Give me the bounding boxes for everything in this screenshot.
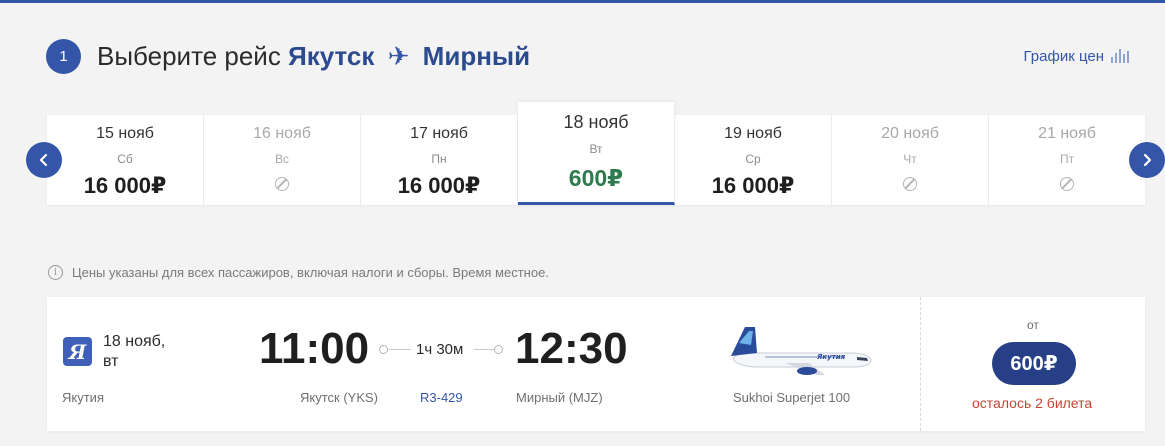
seats-left-label: осталось 2 билета <box>972 395 1093 411</box>
flight-date: 18 нояб, вт <box>103 332 165 372</box>
select-flight-price-button[interactable]: 600₽ <box>992 342 1076 385</box>
date-option-price: 16 000₽ <box>83 173 167 198</box>
flight-number-link[interactable]: R3-429 <box>420 390 463 405</box>
no-flights-icon <box>903 177 917 191</box>
airline-logo: Я <box>63 337 92 366</box>
arrival-airport: Мирный (MJZ) <box>516 390 603 405</box>
no-flights-icon <box>275 177 289 191</box>
step-number-badge: 1 <box>46 39 81 74</box>
flight-date-day: 18 нояб, <box>103 333 166 350</box>
title-prefix: Выберите рейс <box>97 41 281 71</box>
date-option[interactable]: 18 нояб Вт 600₽ <box>518 102 675 205</box>
svg-text:Якутия: Якутия <box>816 353 846 361</box>
info-icon: i <box>48 265 63 280</box>
date-option[interactable]: 20 нояб Чт <box>832 115 989 205</box>
date-option[interactable]: 17 нояб Пн 16 000₽ <box>361 115 518 205</box>
airplane-icon: ✈ <box>387 41 410 71</box>
bar-chart-icon <box>1111 49 1129 63</box>
page-title: Выберите рейс Якутск ✈ Мирный <box>97 41 530 71</box>
date-option-price: 16 000₽ <box>397 173 481 198</box>
top-accent-bar <box>0 0 1165 3</box>
card-divider <box>920 297 921 431</box>
price-from-label: от <box>1027 318 1039 332</box>
date-option[interactable]: 19 нояб Ср 16 000₽ <box>675 115 832 205</box>
date-option-date: 18 нояб <box>563 112 629 132</box>
date-option-date: 15 нояб <box>96 125 154 142</box>
flight-date-weekday: вт <box>103 353 119 370</box>
airline-name: Якутия <box>62 390 104 405</box>
departure-time: 11:00 <box>259 324 370 373</box>
aircraft-model: Sukhoi Superjet 100 <box>733 390 851 405</box>
price-chart-link[interactable]: График цен <box>1024 46 1129 66</box>
date-option-weekday: Чт <box>903 152 917 166</box>
info-text: Цены указаны для всех пассажиров, включа… <box>72 265 549 280</box>
next-dates-button[interactable] <box>1129 142 1165 178</box>
destination-city: Мирный <box>422 41 531 71</box>
date-option-weekday: Пн <box>431 152 447 166</box>
date-option-weekday: Сб <box>117 152 133 166</box>
arrival-time: 12:30 <box>515 324 628 373</box>
departure-airport: Якутск (YKS) <box>300 390 378 405</box>
date-option-date: 16 нояб <box>253 125 311 142</box>
date-option-date: 17 нояб <box>410 125 468 142</box>
date-option-date: 19 нояб <box>724 125 782 142</box>
date-option-weekday: Ср <box>745 152 761 166</box>
date-option-date: 21 нояб <box>1038 125 1096 142</box>
date-option[interactable]: 21 нояб Пт <box>989 115 1145 205</box>
price-chart-label: График цен <box>1023 47 1104 65</box>
date-option-price: 600₽ <box>568 165 624 191</box>
date-option[interactable]: 16 нояб Вс <box>204 115 361 205</box>
date-option-weekday: Вт <box>589 142 603 156</box>
date-option-weekday: Пт <box>1059 152 1075 166</box>
flight-card[interactable]: Я 18 нояб, вт Якутия 11:00 1ч 30м 12:30 … <box>47 297 1145 431</box>
date-option[interactable]: 15 нояб Сб 16 000₽ <box>47 115 204 205</box>
date-carousel: 15 нояб Сб 16 000₽ 16 нояб Вс 17 нояб Пн 16 000… <box>47 102 1145 205</box>
flight-duration: 1ч 30м <box>414 341 466 358</box>
origin-city: Якутск <box>288 41 375 71</box>
aircraft-image: Якутия <box>731 327 872 375</box>
date-option-date: 20 нояб <box>881 125 939 142</box>
prev-dates-button[interactable] <box>26 142 62 178</box>
chevron-left-icon <box>39 153 48 167</box>
no-flights-icon <box>1060 177 1074 191</box>
price-info-note: i Цены указаны для всех пассажиров, вклю… <box>48 265 549 280</box>
date-option-price: 16 000₽ <box>711 173 795 198</box>
chevron-right-icon <box>1143 153 1152 167</box>
date-option-weekday: Вс <box>274 152 289 166</box>
